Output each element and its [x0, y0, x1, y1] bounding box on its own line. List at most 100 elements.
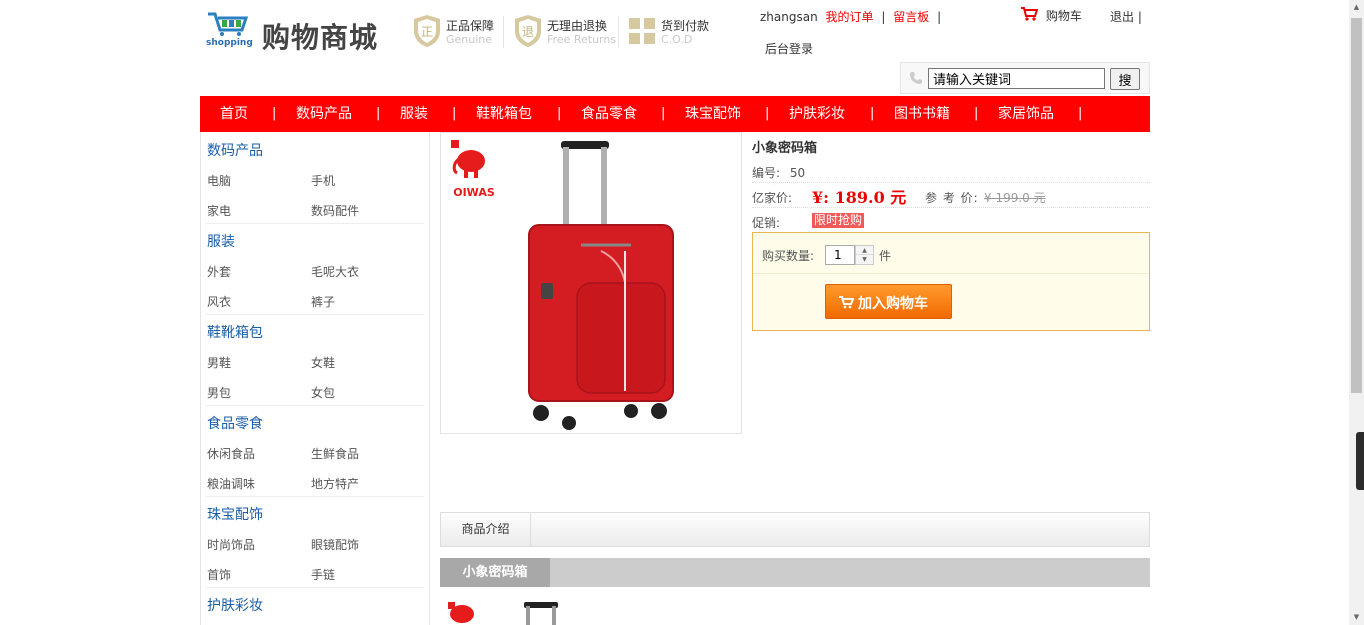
product-price: ¥: 189.0 元 [812, 188, 907, 207]
username-link[interactable]: zhangsan [760, 10, 818, 24]
search-box: 搜 [900, 62, 1150, 94]
divider [206, 314, 424, 315]
divider [752, 182, 1150, 183]
brand-elephant-logo: OIWAS [451, 140, 495, 199]
scroll-down-icon[interactable]: ▼ [1349, 610, 1364, 625]
my-orders-link[interactable]: 我的订单 [826, 10, 874, 24]
category-title-shoes-bags[interactable]: 鞋靴箱包 [207, 322, 263, 342]
product-image[interactable]: OIWAS [440, 132, 742, 434]
svg-text:退: 退 [522, 25, 534, 39]
brand-text: OIWAS [453, 186, 495, 199]
guarantee-subtitle: Free Returns [547, 33, 617, 46]
nav-item-books[interactable]: 图书书籍 [894, 96, 950, 132]
admin-login-link[interactable]: 后台登录 [765, 40, 813, 57]
nav-item-digital[interactable]: 数码产品 [296, 96, 352, 132]
reference-price-label: 参 考 价: [925, 191, 979, 205]
category-link[interactable]: 外套 [207, 263, 231, 280]
category-link[interactable]: 地方特产 [311, 475, 359, 492]
guarantee-subtitle: Genuine [446, 33, 493, 46]
category-link[interactable]: 时尚饰品 [207, 536, 255, 553]
promo-label: 促销: [752, 216, 781, 230]
nav-separator: | [661, 106, 666, 121]
nav-separator: | [557, 106, 562, 121]
nav-separator: | [272, 106, 277, 121]
category-title-jewelry[interactable]: 珠宝配饰 [207, 504, 263, 524]
category-link[interactable]: 粮油调味 [207, 475, 255, 492]
nav-item-clothing[interactable]: 服装 [400, 96, 428, 132]
category-link[interactable]: 首饰 [207, 566, 231, 583]
purchase-box: 购买数量: ▲ ▼ 件 加入购物车 [752, 232, 1150, 331]
category-link[interactable]: 手机 [311, 172, 335, 189]
product-title: 小象密码箱 [752, 141, 818, 156]
divider [206, 405, 424, 406]
category-link[interactable]: 电脑 [207, 172, 231, 189]
quantity-up-icon[interactable]: ▲ [856, 246, 873, 255]
site-logo[interactable]: shopping 购物商城 [206, 10, 386, 54]
category-link[interactable]: 男包 [207, 384, 231, 401]
guarantee-title: 正品保障 [446, 19, 495, 33]
search-button[interactable]: 搜 [1110, 68, 1140, 90]
product-code-row: 编号: 50 [752, 164, 805, 181]
phone-icon [910, 72, 922, 84]
category-title-digital[interactable]: 数码产品 [207, 140, 263, 160]
logout-link[interactable]: 退出 | [1110, 8, 1142, 25]
page-scrollbar[interactable]: ▲ ▼ [1349, 0, 1364, 625]
nav-separator: | [870, 106, 875, 121]
divider [503, 16, 504, 48]
category-title-food[interactable]: 食品零食 [207, 413, 263, 433]
cart-icon [1021, 7, 1039, 21]
nav-item-beauty[interactable]: 护肤彩妆 [789, 96, 845, 132]
nav-item-food[interactable]: 食品零食 [581, 96, 637, 132]
category-link[interactable]: 数码配件 [311, 202, 359, 219]
divider [752, 207, 1150, 208]
message-board-link[interactable]: 留言板 [893, 10, 929, 24]
logo-subtext: shopping [206, 38, 253, 48]
nav-item-home[interactable]: 首页 [220, 96, 248, 132]
category-title-clothing[interactable]: 服装 [207, 231, 235, 251]
nav-item-home-decor[interactable]: 家居饰品 [998, 96, 1054, 132]
tab-product-intro[interactable]: 商品介绍 [441, 513, 531, 546]
product-code: 50 [789, 166, 806, 180]
scrollbar-thumb[interactable] [1351, 18, 1362, 393]
quantity-input[interactable] [825, 245, 855, 265]
cart-link[interactable]: 购物车 [1020, 6, 1082, 24]
category-link[interactable]: 毛呢大衣 [311, 263, 359, 280]
quantity-stepper: ▲ ▼ [855, 245, 874, 265]
shield-zheng-icon: 正 [414, 15, 440, 47]
shield-tui-icon: 退 [515, 15, 541, 47]
category-link[interactable]: 手链 [311, 566, 335, 583]
detail-tabs: 商品介绍 [440, 512, 1150, 547]
scroll-up-icon[interactable]: ▲ [1349, 0, 1364, 15]
category-link[interactable]: 女鞋 [311, 354, 335, 371]
divider [618, 16, 619, 48]
cart-label: 购物车 [1045, 9, 1082, 23]
separator: | [937, 10, 942, 24]
main-nav: 首页 | 数码产品 | 服装 | 鞋靴箱包 | 食品零食 | 珠宝配饰 | 护肤… [200, 96, 1150, 132]
user-links: zhangsan 我的订单 | 留言板 | [760, 8, 945, 25]
svg-text:正: 正 [421, 25, 433, 39]
category-link[interactable]: 男鞋 [207, 354, 231, 371]
category-link[interactable]: 裤子 [311, 293, 335, 310]
nav-separator: | [1078, 106, 1083, 121]
nav-item-jewelry[interactable]: 珠宝配饰 [685, 96, 741, 132]
side-widget-tab[interactable] [1356, 432, 1364, 490]
guarantee-title: 无理由退换 [547, 19, 608, 33]
package-icon [629, 18, 655, 44]
category-title-beauty[interactable]: 护肤彩妆 [207, 595, 263, 615]
category-link[interactable]: 风衣 [207, 293, 231, 310]
category-link[interactable]: 家电 [207, 202, 231, 219]
promo-badge: 限时抢购 [812, 213, 865, 228]
category-link[interactable]: 生鲜食品 [311, 445, 359, 462]
add-to-cart-button[interactable]: 加入购物车 [825, 284, 952, 319]
nav-item-shoes-bags[interactable]: 鞋靴箱包 [476, 96, 532, 132]
quantity-down-icon[interactable]: ▼ [856, 255, 873, 264]
divider [753, 273, 1149, 274]
category-link[interactable]: 女包 [311, 384, 335, 401]
category-sidebar: 数码产品 电脑 手机 家电 数码配件 服装 外套 毛呢大衣 风衣 裤子 鞋靴箱包… [200, 132, 430, 625]
category-link[interactable]: 休闲食品 [207, 445, 255, 462]
search-input[interactable] [928, 68, 1105, 89]
category-link[interactable]: 眼镜配饰 [311, 536, 359, 553]
description-image-preview [448, 602, 558, 625]
cart-icon [839, 296, 854, 309]
suitcase-image: OIWAS [451, 140, 674, 430]
